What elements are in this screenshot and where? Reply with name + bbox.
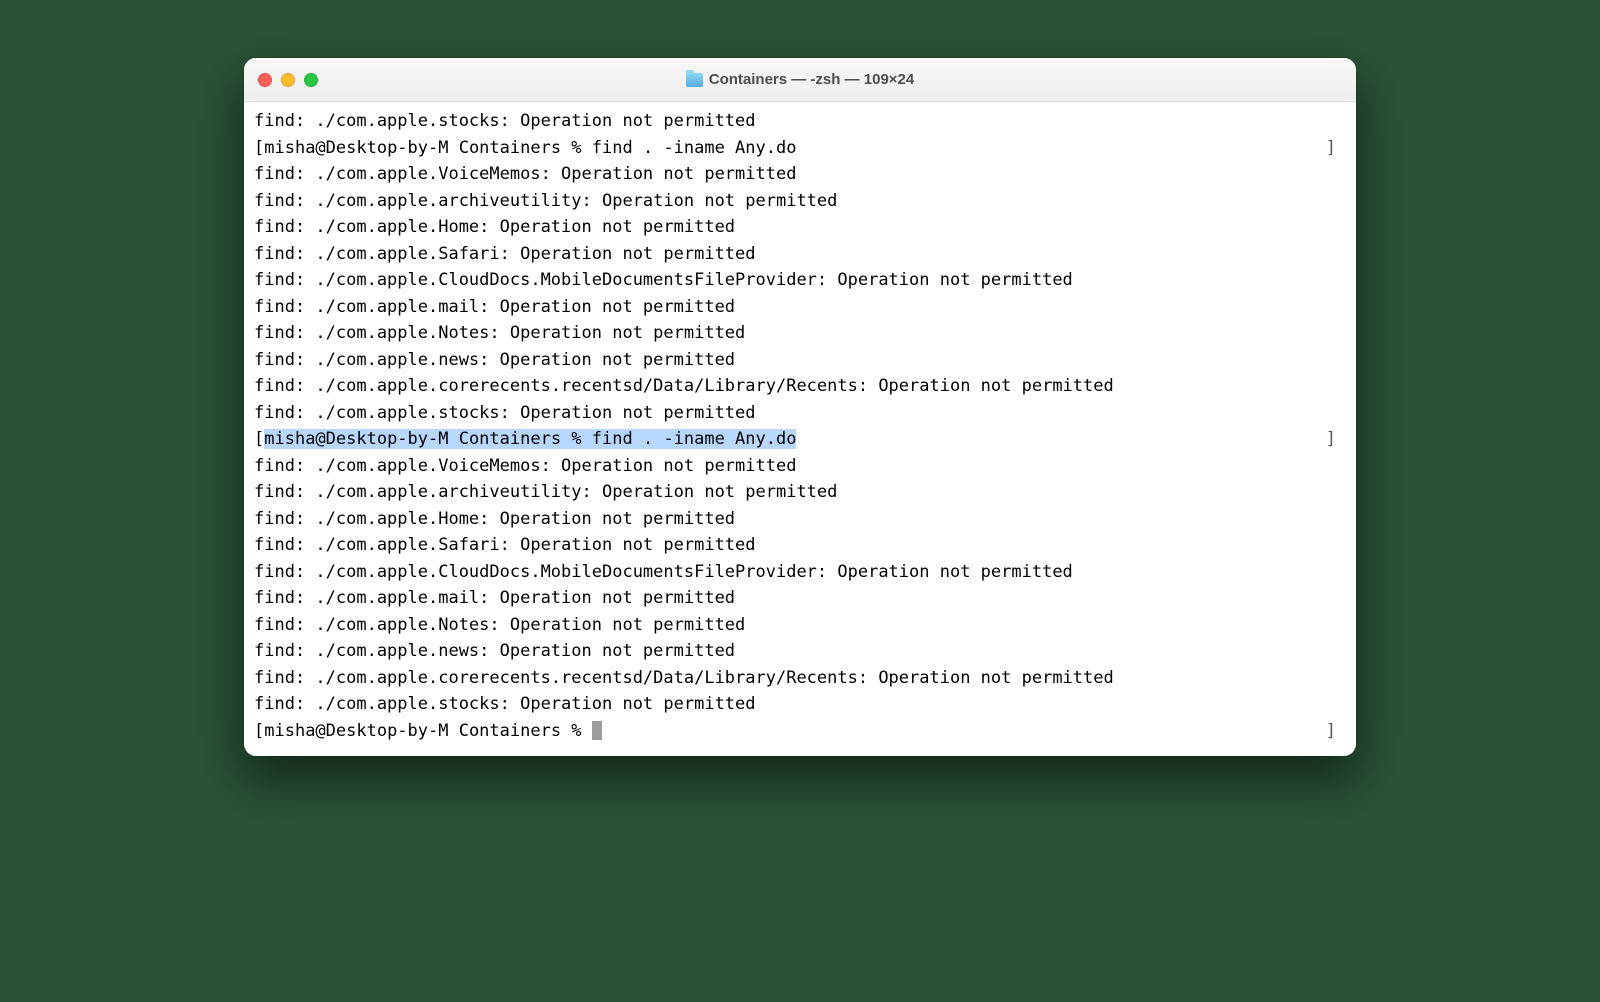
zoom-button[interactable] <box>304 73 318 87</box>
output-line: find: ./com.apple.stocks: Operation not … <box>254 108 1346 135</box>
output-line: find: ./com.apple.CloudDocs.MobileDocume… <box>254 267 1346 294</box>
prompt-line: [misha@Desktop-by-M Containers % ] <box>254 718 1346 745</box>
window-title-text: Containers — -zsh — 109×24 <box>709 71 915 88</box>
output-line: find: ./com.apple.Home: Operation not pe… <box>254 506 1346 533</box>
output-line: find: ./com.apple.stocks: Operation not … <box>254 400 1346 427</box>
bracket-left: [ <box>254 429 264 449</box>
minimize-button[interactable] <box>281 73 295 87</box>
prompt-text: misha@Desktop-by-M Containers % find . -… <box>264 429 796 449</box>
close-button[interactable] <box>258 73 272 87</box>
terminal-window: Containers — -zsh — 109×24 find: ./com.a… <box>244 58 1356 756</box>
window-title: Containers — -zsh — 109×24 <box>244 71 1356 88</box>
output-line: find: ./com.apple.VoiceMemos: Operation … <box>254 453 1346 480</box>
bracket-left: [ <box>254 138 264 158</box>
output-line: find: ./com.apple.news: Operation not pe… <box>254 638 1346 665</box>
folder-icon <box>686 73 703 87</box>
bracket-left: [ <box>254 721 264 741</box>
output-line: find: ./com.apple.VoiceMemos: Operation … <box>254 161 1346 188</box>
prompt-text: misha@Desktop-by-M Containers % <box>264 721 592 741</box>
title-bar: Containers — -zsh — 109×24 <box>244 58 1356 102</box>
bracket-right: ] <box>1326 135 1336 162</box>
output-line: find: ./com.apple.mail: Operation not pe… <box>254 585 1346 612</box>
output-line: find: ./com.apple.corerecents.recentsd/D… <box>254 665 1346 692</box>
output-line: find: ./com.apple.news: Operation not pe… <box>254 347 1346 374</box>
bracket-right: ] <box>1326 426 1336 453</box>
output-line: find: ./com.apple.Home: Operation not pe… <box>254 214 1346 241</box>
output-line: find: ./com.apple.Safari: Operation not … <box>254 532 1346 559</box>
output-line: find: ./com.apple.CloudDocs.MobileDocume… <box>254 559 1346 586</box>
output-line: find: ./com.apple.Notes: Operation not p… <box>254 320 1346 347</box>
prompt-line: [misha@Desktop-by-M Containers % find . … <box>254 426 1346 453</box>
output-line: find: ./com.apple.stocks: Operation not … <box>254 691 1346 718</box>
traffic-lights <box>258 73 318 87</box>
output-line: find: ./com.apple.corerecents.recentsd/D… <box>254 373 1346 400</box>
prompt-text: misha@Desktop-by-M Containers % find . -… <box>264 138 796 158</box>
output-line: find: ./com.apple.archiveutility: Operat… <box>254 479 1346 506</box>
bracket-right: ] <box>1326 718 1336 745</box>
terminal-body[interactable]: find: ./com.apple.stocks: Operation not … <box>244 102 1356 756</box>
prompt-line: [misha@Desktop-by-M Containers % find . … <box>254 135 1346 162</box>
output-line: find: ./com.apple.Notes: Operation not p… <box>254 612 1346 639</box>
output-line: find: ./com.apple.mail: Operation not pe… <box>254 294 1346 321</box>
output-line: find: ./com.apple.Safari: Operation not … <box>254 241 1346 268</box>
output-line: find: ./com.apple.archiveutility: Operat… <box>254 188 1346 215</box>
cursor <box>592 721 602 740</box>
